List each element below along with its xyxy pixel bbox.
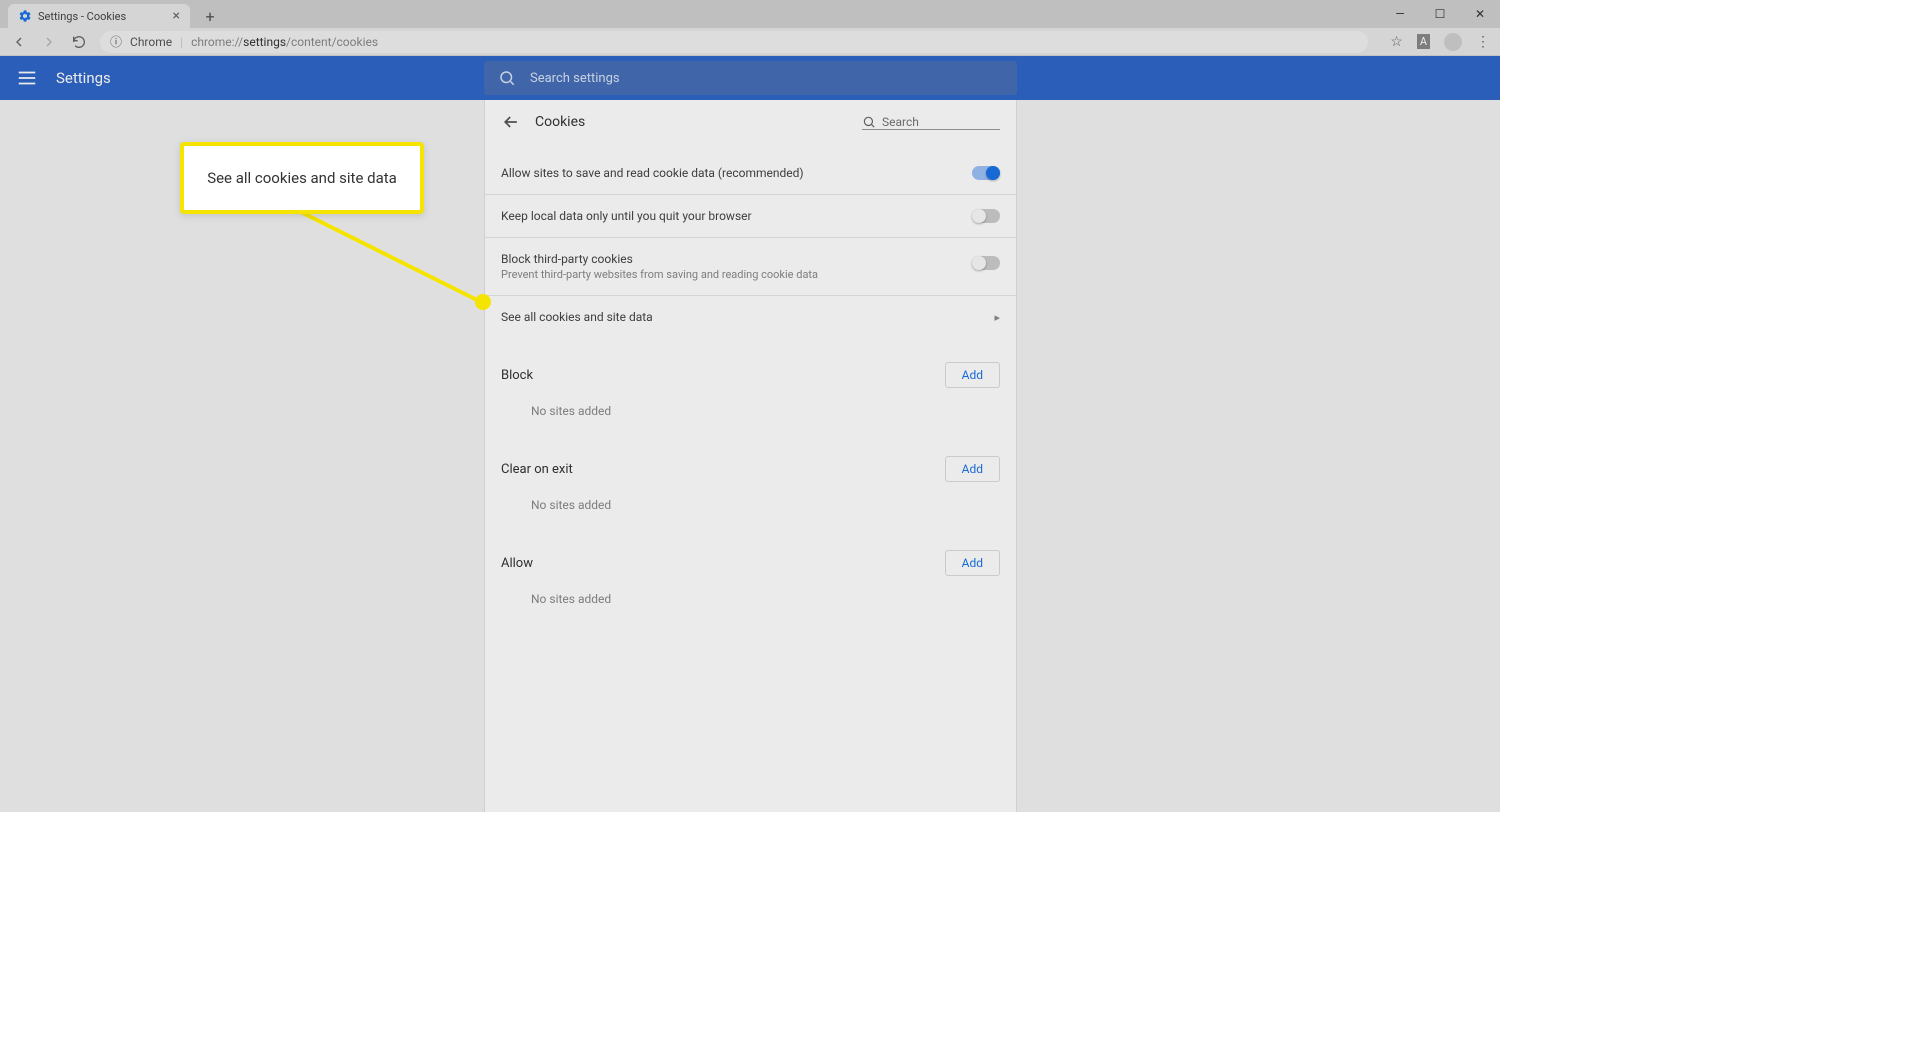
row-block-third[interactable]: Block third-party cookies Prevent third-… — [485, 237, 1016, 295]
section-block: Block Add — [485, 338, 1016, 394]
new-tab-button[interactable]: + — [198, 4, 222, 28]
site-info-icon[interactable]: ⓘ — [110, 33, 122, 50]
browser-toolbar: ⓘ Chrome | chrome://settings/content/coo… — [0, 28, 1500, 56]
settings-card: Cookies Allow sites to save and read coo… — [484, 100, 1017, 812]
block-empty: No sites added — [485, 394, 1016, 432]
search-placeholder: Search settings — [530, 71, 620, 86]
add-allow-button[interactable]: Add — [945, 550, 1000, 576]
row-allow-sites[interactable]: Allow sites to save and read cookie data… — [485, 152, 1016, 194]
section-clear-on-exit: Clear on exit Add — [485, 432, 1016, 488]
tab-bar: Settings - Cookies × + — ☐ ✕ — [0, 0, 1500, 28]
add-clear-button[interactable]: Add — [945, 456, 1000, 482]
window-controls: — ☐ ✕ — [1380, 0, 1500, 28]
browser-tab[interactable]: Settings - Cookies × — [8, 4, 190, 28]
search-cookies[interactable] — [862, 115, 1000, 130]
section-allow: Allow Add — [485, 526, 1016, 582]
clear-empty: No sites added — [485, 488, 1016, 526]
settings-favicon — [18, 9, 32, 23]
back-button[interactable] — [10, 33, 28, 51]
toolbar-actions: ☆ A ⋮ — [1390, 33, 1490, 51]
search-settings-box[interactable]: Search settings — [484, 61, 1017, 95]
add-block-button[interactable]: Add — [945, 362, 1000, 388]
minimize-button[interactable]: — — [1380, 0, 1420, 28]
extension-icon[interactable]: A — [1417, 34, 1430, 49]
annotation-callout: See all cookies and site data — [180, 142, 424, 214]
allow-empty: No sites added — [485, 582, 1016, 620]
tab-title: Settings - Cookies — [38, 10, 126, 23]
reload-button[interactable] — [70, 33, 88, 51]
settings-title: Settings — [56, 69, 111, 87]
chevron-right-icon: ▸ — [994, 311, 1000, 324]
menu-hamburger-icon[interactable] — [16, 67, 38, 89]
address-bar[interactable]: ⓘ Chrome | chrome://settings/content/coo… — [100, 31, 1368, 53]
forward-button[interactable] — [40, 33, 58, 51]
row-see-all-cookies[interactable]: See all cookies and site data ▸ — [485, 295, 1016, 338]
search-cookies-input[interactable] — [882, 115, 982, 129]
toggle-allow-sites[interactable] — [972, 166, 1000, 180]
tab-close-icon[interactable]: × — [173, 8, 180, 24]
annotation-dot — [475, 294, 491, 310]
close-button[interactable]: ✕ — [1460, 0, 1500, 28]
bookmark-icon[interactable]: ☆ — [1390, 34, 1403, 50]
settings-header: Settings Search settings — [0, 56, 1500, 100]
maximize-button[interactable]: ☐ — [1420, 0, 1460, 28]
card-header: Cookies — [485, 100, 1016, 144]
row-keep-local[interactable]: Keep local data only until you quit your… — [485, 194, 1016, 237]
toggle-keep-local[interactable] — [972, 209, 1000, 223]
page-title: Cookies — [535, 114, 585, 130]
toggle-block-third[interactable] — [972, 256, 1000, 270]
chrome-label: Chrome — [130, 35, 172, 49]
profile-avatar[interactable] — [1444, 33, 1462, 51]
back-arrow-icon[interactable] — [501, 112, 521, 132]
menu-icon[interactable]: ⋮ — [1476, 34, 1490, 50]
